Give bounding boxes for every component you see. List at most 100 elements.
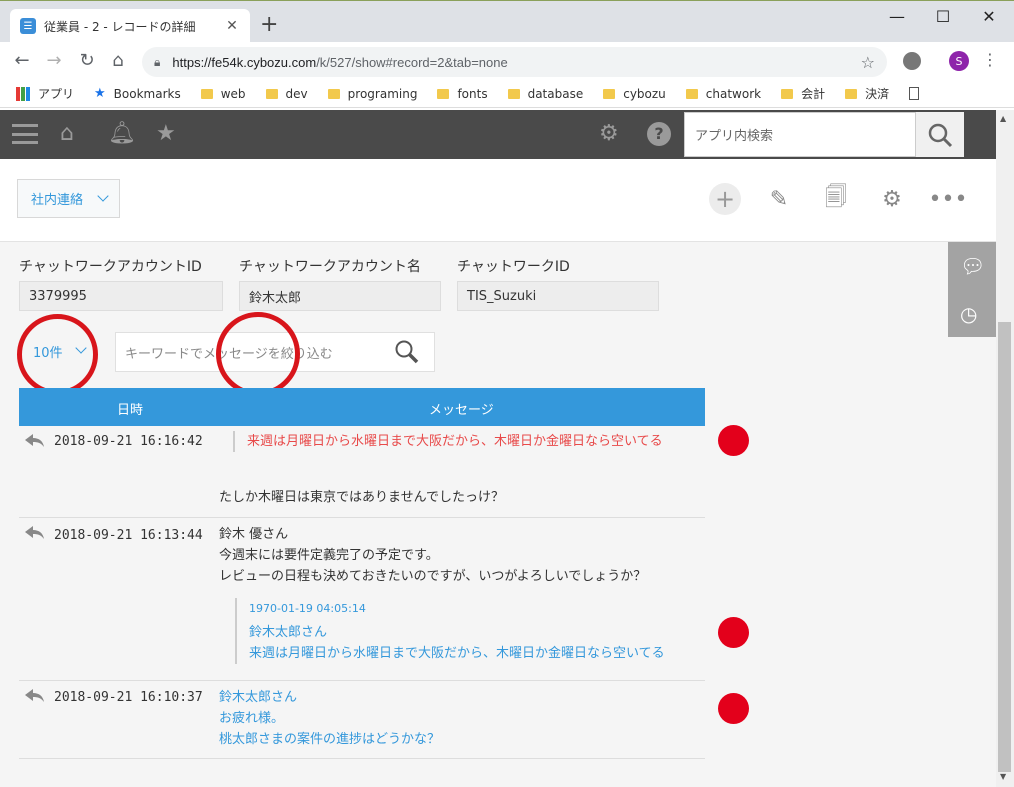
gear-icon[interactable]: ⚙ (876, 183, 908, 215)
field-value-account-name: 鈴木太郎 (239, 281, 441, 311)
view-select[interactable]: 社内連絡 (17, 179, 120, 218)
table-row: 2018-09-21 16:13:44 鈴木 優さん 今週末には要件定義完了の予… (19, 518, 705, 681)
scroll-thumb[interactable] (998, 322, 1011, 772)
history-icon[interactable]: ◷ (960, 302, 977, 326)
bookmark-fonts[interactable]: fonts (437, 87, 488, 101)
view-select-label: 社内連絡 (31, 193, 84, 208)
app-search-input[interactable]: アプリ内検索 (684, 112, 916, 157)
forward-icon[interactable]: → (42, 50, 66, 72)
more-icon[interactable]: ••• (929, 183, 968, 215)
bookmark-database[interactable]: database (507, 87, 583, 101)
hamburger-menu-icon[interactable] (12, 124, 38, 144)
chevron-down-icon (75, 342, 87, 354)
gear-icon[interactable]: ⚙ (599, 122, 619, 146)
bookmark-dev[interactable]: dev (265, 87, 308, 101)
avatar[interactable]: S (949, 51, 969, 71)
folder-icon (437, 88, 450, 99)
bookmark-programing[interactable]: programing (327, 87, 417, 101)
browser-tabstrip: ☰ 従業員 - 2 - レコードの詳細 ✕ + — ☐ ✕ (0, 0, 1014, 43)
folder-icon (685, 88, 698, 99)
page-scrollbar[interactable]: ▲ ▼ (996, 110, 1014, 787)
extension-icon[interactable] (903, 52, 921, 70)
search-button[interactable] (916, 112, 964, 157)
search-icon[interactable] (394, 339, 420, 365)
browser-menu-icon[interactable]: ⋮ (982, 50, 998, 69)
message-body: 鈴木太郎さん お疲れ様。 桃太郎さまの案件の進捗はどうかな？ (219, 687, 440, 750)
count-select[interactable]: 10件 (33, 342, 63, 361)
folder-icon (327, 88, 340, 99)
url-text: https://fe54k.cybozu.com/k/527/show#reco… (172, 54, 508, 70)
folder-icon (265, 88, 278, 99)
message-line: 今週末には要件定義完了の予定です。 (219, 548, 439, 563)
bell-icon[interactable]: 🔔︎ (108, 122, 136, 146)
folder-icon (781, 88, 794, 99)
address-bar[interactable]: 🔒︎ https://fe54k.cybozu.com/k/527/show#r… (142, 47, 887, 77)
reply-icon[interactable] (25, 526, 45, 540)
duplicate-icon[interactable]: 🗐︎ (820, 183, 852, 215)
folder-icon (507, 88, 520, 99)
star-icon[interactable]: ★ (156, 122, 176, 146)
field-value-chatwork-id: TIS_Suzuki (457, 281, 659, 311)
page-icon (909, 87, 920, 100)
quote-name: 鈴木太郎さん (249, 625, 328, 640)
browser-tab[interactable]: ☰ 従業員 - 2 - レコードの詳細 ✕ (10, 9, 250, 43)
quoted-message: 1970-01-19 04:05:14 鈴木太郎さん 来週は月曜日から水曜日まで… (235, 598, 665, 664)
message-line: レビューの日程も決めておきたいのですが、いつがよろしいでしょうか？ (219, 569, 647, 584)
home-icon[interactable]: ⌂ (106, 50, 130, 72)
message-datetime: 2018-09-21 16:13:44 (54, 528, 203, 543)
side-panel: 💬︎ ◷ (948, 242, 996, 337)
apps-icon (16, 86, 30, 101)
close-icon[interactable]: ✕ (224, 18, 240, 34)
tab-title: 従業員 - 2 - レコードの詳細 (44, 19, 196, 34)
bookmark-kaikei[interactable]: 会計 (781, 85, 825, 102)
bookmark-bookmarks[interactable]: ★ Bookmarks (94, 86, 181, 101)
table-row: 2018-09-21 16:16:42 来週は月曜日から水曜日まで大阪だから、木… (19, 426, 705, 518)
message-table-header: 日時 メッセージ (19, 388, 705, 426)
field-value-account-id: 3379995 (19, 281, 223, 311)
bookmark-kessai[interactable]: 決済 (845, 85, 889, 102)
home-icon[interactable]: ⌂ (60, 122, 74, 146)
record-toolbar: 社内連絡 + ✎ 🗐︎ ⚙ ••• (0, 159, 996, 242)
window-close-icon[interactable]: ✕ (966, 5, 1012, 29)
record-detail: チャットワークアカウントID 3379995 チャットワークアカウント名 鈴木太… (0, 242, 996, 787)
chevron-down-icon (97, 190, 109, 202)
field-label-chatwork-id: チャットワークID (457, 259, 570, 275)
folder-icon (603, 88, 616, 99)
reload-icon[interactable]: ↻ (75, 50, 99, 72)
message-line: お疲れ様。 (219, 711, 285, 726)
add-record-button[interactable]: + (709, 183, 741, 215)
bookmark-chatwork[interactable]: chatwork (685, 87, 761, 101)
message-line: 鈴木 優さん (219, 527, 289, 542)
scroll-up-icon[interactable]: ▲ (1000, 114, 1006, 123)
reply-icon[interactable] (25, 689, 45, 703)
column-header-datetime: 日時 (117, 403, 144, 418)
minimize-icon[interactable]: — (874, 5, 920, 29)
reply-icon[interactable] (25, 434, 45, 448)
comment-icon[interactable]: 💬︎ (960, 254, 985, 278)
quoted-message: 来週は月曜日から水曜日まで大阪だから、木曜日か金曜日なら空いてる (233, 431, 663, 452)
bookmark-cybozu[interactable]: cybozu (603, 87, 666, 101)
status-dot (718, 693, 749, 724)
folder-icon (200, 88, 213, 99)
edit-icon[interactable]: ✎ (763, 183, 795, 215)
message-filter-input[interactable]: キーワードでメッセージを絞り込む (115, 332, 435, 372)
maximize-icon[interactable]: ☐ (920, 5, 966, 29)
new-tab-button[interactable]: + (260, 13, 278, 37)
field-label-account-name: チャットワークアカウント名 (239, 259, 421, 275)
bookmark-star-icon[interactable]: ☆ (861, 53, 875, 72)
field-label-account-id: チャットワークアカウントID (19, 259, 202, 275)
back-icon[interactable]: ← (10, 50, 34, 72)
quote-time: 1970-01-19 04:05:14 (249, 602, 366, 615)
help-icon[interactable]: ? (647, 122, 671, 146)
star-icon: ★ (94, 86, 106, 101)
status-dot (718, 617, 749, 648)
bookmark-page[interactable] (909, 87, 920, 100)
message-datetime: 2018-09-21 16:10:37 (54, 690, 203, 705)
message-text: たしか木曜日は東京ではありませんでしたっけ？ (219, 490, 504, 505)
bookmark-apps[interactable]: アプリ (16, 85, 74, 102)
bookmark-web[interactable]: web (200, 87, 246, 101)
search-icon (928, 123, 953, 147)
table-row: 2018-09-21 16:10:37 鈴木太郎さん お疲れ様。 桃太郎さまの案… (19, 681, 705, 759)
browser-toolbar: ← → ↻ ⌂ 🔒︎ https://fe54k.cybozu.com/k/52… (0, 42, 1014, 80)
scroll-down-icon[interactable]: ▼ (1000, 772, 1006, 781)
